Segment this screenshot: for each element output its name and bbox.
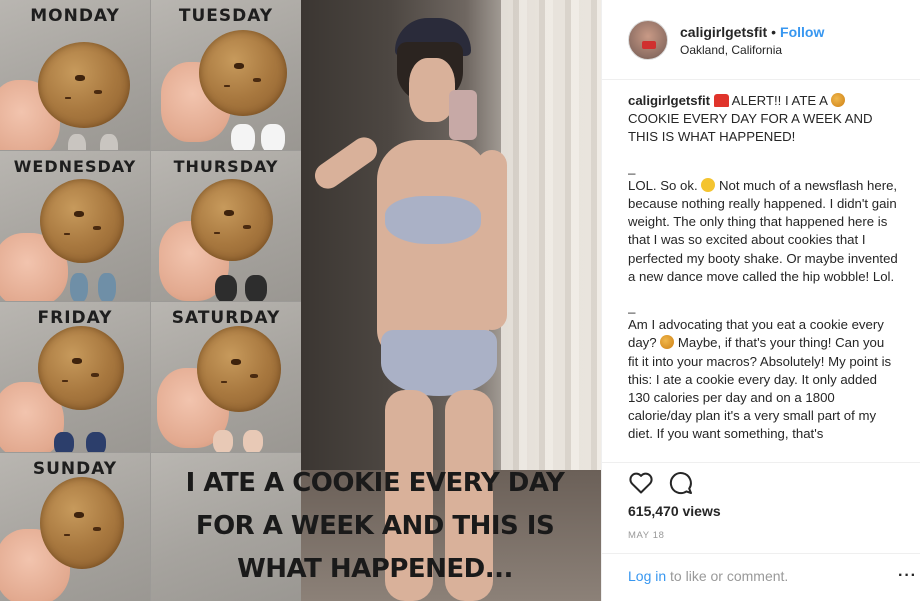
caption-username[interactable]: caligirlgetsfit	[628, 93, 710, 108]
day-label-monday: MONDAY	[30, 6, 120, 26]
login-link[interactable]: Log in	[628, 568, 666, 584]
caption-paragraph: caligirlgetsfit ALERT!! I ATE A COOKIE E…	[628, 92, 898, 147]
speech-bubble-icon	[669, 472, 692, 495]
caption-text: ALERT!! I ATE A	[728, 93, 831, 108]
heart-outline-icon	[629, 472, 653, 494]
caption-paragraph: _ LOL. So ok. Not much of a newsflash her…	[628, 159, 898, 286]
header-user-row: caligirlgetsfit • Follow	[680, 24, 824, 40]
day-label-saturday: SATURDAY	[171, 308, 281, 328]
day-label-friday: FRIDAY	[37, 308, 113, 328]
cookie-image	[199, 30, 287, 116]
shoe-image	[68, 134, 86, 150]
section-divider	[602, 553, 920, 554]
login-prompt: Log in to like or comment.	[628, 568, 788, 584]
collage-cell-friday: FRIDAY	[0, 302, 150, 452]
shoe-image	[86, 432, 106, 452]
shoe-image	[100, 134, 118, 150]
location-link[interactable]: Oakland, California	[680, 43, 782, 57]
day-label-tuesday: TUESDAY	[178, 6, 274, 26]
cookie-image	[40, 477, 124, 569]
caption-text: LOL. So ok.	[628, 177, 702, 193]
cookie-image	[40, 179, 124, 263]
view-count[interactable]: 615,470 views	[628, 503, 721, 519]
shoe-image	[245, 275, 267, 301]
cookie-emoji-icon	[660, 335, 675, 350]
grin-emoji-icon	[701, 177, 716, 192]
caption-paragraph: _ Am I advocating that you eat a cookie e…	[628, 298, 898, 444]
separator-dot: •	[771, 24, 777, 40]
header-username[interactable]: caligirlgetsfit	[680, 24, 767, 40]
phone-image	[449, 90, 477, 140]
follow-button[interactable]: Follow	[780, 24, 824, 40]
arm-image	[309, 132, 383, 194]
caption-text: Maybe, if that's your thing! Can you fit…	[628, 335, 895, 442]
shoe-image	[98, 273, 116, 301]
bikini-bottom-image	[381, 330, 497, 396]
cookie-emoji-icon	[830, 93, 845, 107]
shoe-image	[70, 273, 88, 301]
like-button[interactable]	[628, 470, 654, 496]
section-divider	[602, 462, 920, 463]
day-label-wednesday: WEDNESDAY	[13, 157, 137, 176]
siren-emoji-icon	[713, 94, 729, 107]
collage-cell-tuesday: TUESDAY	[151, 0, 301, 150]
overlay-line: WHAT HAPPENED...	[237, 554, 513, 584]
overlay-line: FOR A WEEK AND THIS IS	[195, 511, 555, 541]
post-header: caligirlgetsfit • Follow Oakland, Californ…	[602, 0, 920, 80]
torso-image	[377, 140, 489, 360]
arm-image	[477, 150, 507, 330]
post-media[interactable]: MONDAY TUESDAY WEDNESDAY THURSDAY FRIDAY…	[0, 0, 601, 601]
caption-separator: _	[628, 159, 636, 175]
post-date[interactable]: MAY 18	[628, 530, 665, 541]
avatar-detail	[642, 41, 656, 49]
collage-cell-sunday: SUNDAY	[0, 453, 150, 601]
collage-cell-saturday: SATURDAY	[151, 302, 301, 452]
collage-cell-wednesday: WEDNESDAY	[0, 151, 150, 301]
shoe-image	[261, 124, 285, 150]
day-label-sunday: SUNDAY	[32, 459, 118, 479]
caption-text: Not much of a newsflash here, because no…	[628, 177, 898, 284]
comment-button[interactable]	[668, 470, 694, 496]
more-options-button[interactable]: ···	[898, 567, 917, 585]
action-bar	[628, 470, 694, 498]
cookie-image	[197, 326, 281, 412]
day-label-thursday: THURSDAY	[173, 157, 279, 176]
cookie-image	[38, 326, 124, 410]
shoe-image	[243, 430, 263, 452]
shoe-image	[54, 432, 74, 452]
caption: caligirlgetsfit ALERT!! I ATE A COOKIE E…	[628, 92, 898, 462]
avatar[interactable]	[628, 20, 668, 60]
collage-cell-thursday: THURSDAY	[151, 151, 301, 301]
shoe-image	[213, 430, 233, 452]
shoe-image	[231, 124, 255, 150]
cookie-image	[191, 179, 273, 261]
post-sidebar: caligirlgetsfit • Follow Oakland, Californ…	[601, 0, 920, 601]
caption-separator: _	[628, 299, 636, 315]
collage-cell-monday: MONDAY	[0, 0, 150, 150]
shoe-image	[215, 275, 237, 301]
cookie-image	[38, 42, 130, 128]
overlay-headline: I ATE A COOKIE EVERY DAY FOR A WEEK AND …	[150, 462, 600, 591]
overlay-line: I ATE A COOKIE EVERY DAY	[185, 468, 565, 498]
bikini-top-image	[385, 196, 481, 244]
login-prompt-text: to like or comment.	[666, 568, 789, 584]
